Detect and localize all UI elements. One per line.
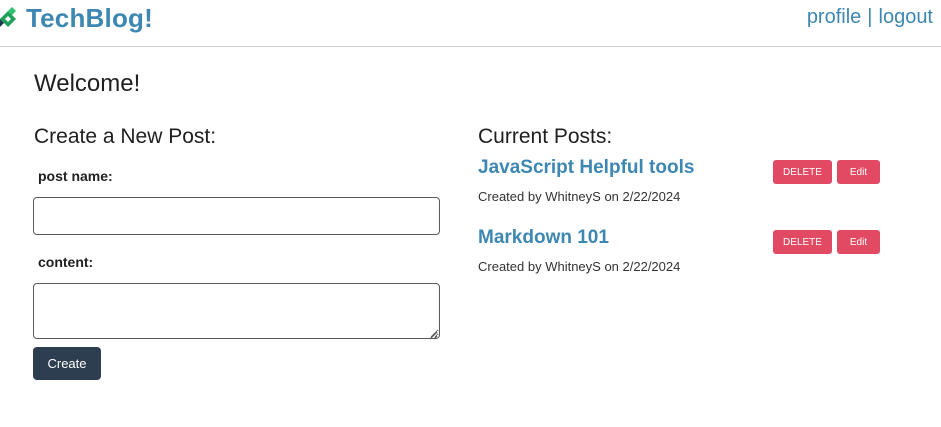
post-content-label: content: (38, 254, 94, 270)
logout-link[interactable]: logout (879, 6, 934, 29)
edit-post-button[interactable]: Edit (837, 160, 880, 184)
post-content-textarea[interactable] (33, 283, 440, 339)
post-name-input[interactable] (33, 197, 440, 235)
post-name-label: post name: (38, 168, 113, 184)
post-item: Markdown 101 Created by WhitneyS on 2/22… (478, 227, 898, 277)
pencil-icon (0, 5, 22, 31)
brand-title: TechBlog! (26, 2, 153, 33)
create-post-button[interactable]: Create (33, 347, 101, 380)
post-title-link[interactable]: Markdown 101 (478, 227, 609, 249)
current-posts-heading: Current Posts: (478, 125, 613, 148)
post-item: JavaScript Helpful tools Created by Whit… (478, 157, 898, 207)
edit-post-button[interactable]: Edit (837, 230, 880, 254)
delete-post-button[interactable]: DELETE (773, 160, 832, 184)
new-post-heading: Create a New Post: (34, 125, 217, 148)
post-meta: Created by WhitneyS on 2/22/2024 (478, 259, 681, 274)
profile-link[interactable]: profile (807, 6, 861, 29)
top-navigation-bar: TechBlog! profile | logout (0, 0, 941, 47)
page-title: Welcome! (34, 70, 141, 97)
brand-link[interactable]: TechBlog! (0, 2, 153, 34)
delete-post-button[interactable]: DELETE (773, 230, 832, 254)
post-title-link[interactable]: JavaScript Helpful tools (478, 157, 694, 179)
nav-separator: | (867, 6, 873, 28)
post-meta: Created by WhitneyS on 2/22/2024 (478, 189, 681, 204)
user-nav: profile | logout (807, 6, 933, 29)
